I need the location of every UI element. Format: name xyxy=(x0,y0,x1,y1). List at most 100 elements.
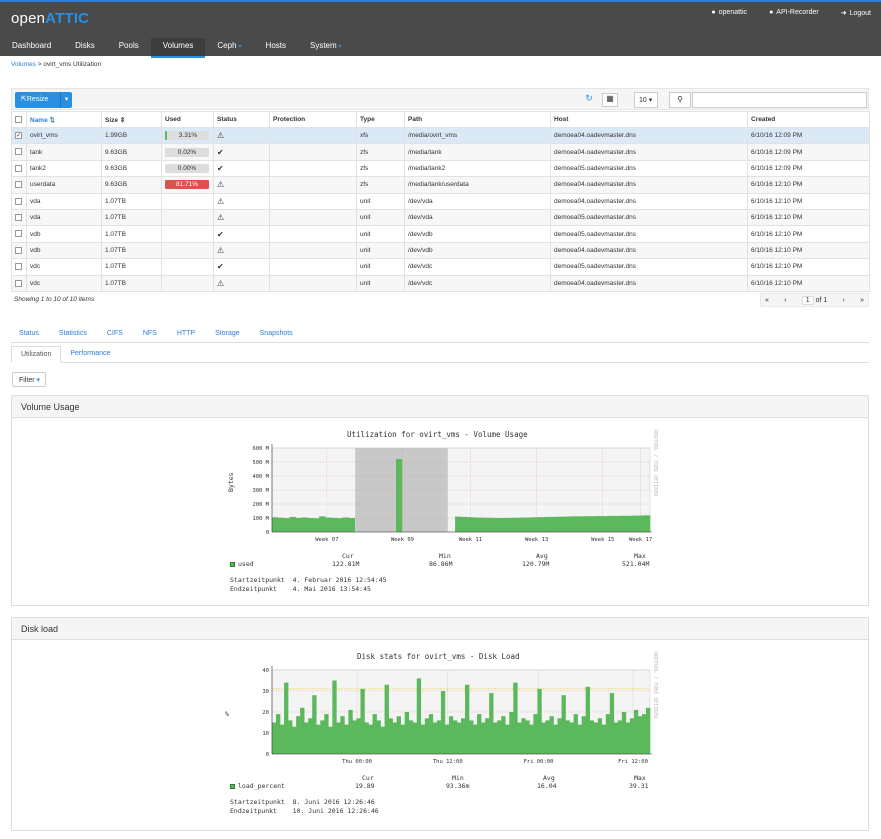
resize-dropdown-toggle[interactable]: ▾ xyxy=(60,92,72,108)
column-header-type[interactable]: Type xyxy=(356,111,405,128)
tab-status[interactable]: Status xyxy=(11,326,47,342)
next-page-button[interactable]: › xyxy=(843,297,845,304)
columns-icon[interactable]: ▦ xyxy=(602,93,618,107)
search-input[interactable] xyxy=(692,92,867,108)
app-logo[interactable]: openATTIC xyxy=(11,10,89,27)
column-header-size[interactable]: Size ⇕ xyxy=(101,111,162,128)
cell-type: zfs xyxy=(356,143,405,161)
cell-status: ⚠ xyxy=(213,126,270,145)
data-bar xyxy=(307,518,314,532)
row-checkbox[interactable] xyxy=(11,159,27,178)
first-page-button[interactable]: « xyxy=(765,297,769,304)
table-row[interactable]: userdata 9.63GB 81.71% ⚠ zfs/media/tank/user… xyxy=(11,176,870,194)
logout-link[interactable]: ➜ Logout xyxy=(841,9,871,17)
column-header-created[interactable]: Created xyxy=(747,111,870,128)
x-tick-label: Week 15 xyxy=(591,537,614,543)
cell-name[interactable]: vdc xyxy=(26,274,102,292)
tab-nfs[interactable]: NFS xyxy=(135,326,165,342)
chevron-down-icon: ▾ xyxy=(36,377,41,384)
main-nav: Dashboard Disks Pools Volumes Ceph ▾ Hosts Syst… xyxy=(0,38,354,58)
cell-name[interactable]: vdc xyxy=(26,258,102,276)
data-bar xyxy=(493,722,498,754)
select-all-checkbox[interactable] xyxy=(11,111,27,128)
data-bar xyxy=(319,516,326,532)
cell-name[interactable]: vdb xyxy=(26,241,102,260)
cell-protection xyxy=(269,258,357,276)
row-checkbox[interactable] xyxy=(11,192,27,210)
user-menu[interactable]: ● openattic xyxy=(711,9,747,17)
resize-button[interactable]: ⇱Resize ▾ xyxy=(15,92,72,108)
row-checkbox[interactable] xyxy=(11,208,27,227)
cell-name[interactable]: vda xyxy=(26,192,102,210)
column-header-name[interactable]: Name ⇅ xyxy=(26,111,102,128)
data-bar xyxy=(392,722,397,754)
data-bar xyxy=(376,720,381,754)
cell-name[interactable]: userdata xyxy=(26,176,102,194)
tab-cifs[interactable]: CIFS xyxy=(99,326,131,342)
cell-type: unit xyxy=(356,208,405,227)
column-header-host[interactable]: Host xyxy=(550,111,748,128)
search-icon[interactable]: ⚲ xyxy=(669,92,691,108)
subtab-performance[interactable]: Performance xyxy=(61,346,119,363)
table-row[interactable]: vdb 1.07TB ✔ unit/dev/vdb demoea05.oadevmast… xyxy=(11,225,870,243)
legend-max-value: 521.04M xyxy=(622,560,650,568)
page-size-select[interactable]: 10 ▾ xyxy=(634,92,658,108)
column-header-path[interactable]: Path xyxy=(404,111,551,128)
cell-name[interactable]: vda xyxy=(26,208,102,227)
table-row[interactable]: tank2 9.63GB 0.00% ✔ zfs/media/tank2 demoea05… xyxy=(11,159,870,178)
breadcrumb-volumes[interactable]: Volumes xyxy=(11,61,36,68)
cell-name[interactable]: tank2 xyxy=(26,159,102,178)
table-row[interactable]: vdc 1.07TB ✔ unit/dev/vdc demoea05.oadevmast… xyxy=(11,258,870,276)
tab-storage[interactable]: Storage xyxy=(207,326,248,342)
cell-name[interactable]: ovirt_vms xyxy=(26,126,102,145)
api-recorder-link[interactable]: ● API-Recorder xyxy=(769,9,819,17)
column-header-protection[interactable]: Protection xyxy=(269,111,357,128)
tab-http[interactable]: HTTP xyxy=(169,326,203,342)
table-toolbar: ⇱Resize ▾ ↻ ▦ 10 ▾ ⚲ xyxy=(11,88,869,110)
nav-hosts[interactable]: Hosts xyxy=(254,38,298,58)
table-row[interactable]: vdb 1.07TB ⚠ unit/dev/vdb demoea04.oadevmast… xyxy=(11,241,870,260)
user-links: ● openattic ● API-Recorder ➜ Logout xyxy=(711,9,871,17)
legend-min-value: 93.36m xyxy=(446,782,470,790)
tab-snapshots[interactable]: Snapshots xyxy=(252,326,301,342)
row-checkbox[interactable] xyxy=(11,176,27,194)
table-row[interactable]: vda 1.07TB ⚠ unit/dev/vda demoea04.oadevmast… xyxy=(11,192,870,210)
row-checkbox[interactable]: ✓ xyxy=(11,126,27,145)
page-number-input[interactable]: 1 xyxy=(801,295,814,305)
cell-host: demoea04.oadevmaster.dns xyxy=(550,274,748,292)
data-bar xyxy=(621,712,627,754)
nav-disks[interactable]: Disks xyxy=(63,38,107,58)
nav-pools[interactable]: Pools xyxy=(107,38,151,58)
filter-button[interactable]: Filter ▾ xyxy=(12,372,46,387)
data-bar xyxy=(549,516,556,532)
table-row[interactable]: tank 9.63GB 0.02% ✔ zfs/media/tank demoea04.o… xyxy=(11,143,870,161)
table-row[interactable]: ✓ ovirt_vms 1.99GB 3.31% ⚠ xfs/media/ovirt_vm… xyxy=(11,126,870,145)
nav-volumes[interactable]: Volumes xyxy=(150,38,206,58)
prev-page-button[interactable]: ‹ xyxy=(784,297,786,304)
data-bar xyxy=(308,718,313,754)
last-page-button[interactable]: » xyxy=(860,297,864,304)
nav-dashboard[interactable]: Dashboard xyxy=(0,38,63,58)
subtab-utilization[interactable]: Utilization xyxy=(11,346,62,363)
column-header-status[interactable]: Status xyxy=(213,111,270,128)
row-checkbox[interactable] xyxy=(11,225,27,243)
nav-system[interactable]: System ▾ xyxy=(298,38,354,58)
column-header-used[interactable]: Used xyxy=(161,111,214,128)
refresh-icon[interactable]: ↻ xyxy=(581,93,597,107)
row-checkbox[interactable] xyxy=(11,274,27,292)
table-row[interactable]: vdc 1.07TB ⚠ unit/dev/vdc demoea04.oadevmast… xyxy=(11,274,870,292)
row-checkbox[interactable] xyxy=(11,258,27,276)
row-checkbox[interactable] xyxy=(11,241,27,260)
cell-name[interactable]: tank xyxy=(26,143,102,161)
row-checkbox[interactable] xyxy=(11,143,27,161)
nav-ceph[interactable]: Ceph ▾ xyxy=(205,38,253,58)
data-bar xyxy=(348,518,355,532)
cell-name[interactable]: vdb xyxy=(26,225,102,243)
tab-statistics[interactable]: Statistics xyxy=(51,326,95,342)
cell-created: 6/10/16 12:09 PM xyxy=(747,126,870,145)
cell-used: 3.31% xyxy=(161,126,214,145)
cell-protection xyxy=(269,241,357,260)
table-row[interactable]: vda 1.07TB ⚠ unit/dev/vda demoea05.oadevmast… xyxy=(11,208,870,227)
end-time: Endzeitpunkt 10. Juni 2016 12:26:46 xyxy=(230,807,379,815)
cell-type: zfs xyxy=(356,159,405,178)
